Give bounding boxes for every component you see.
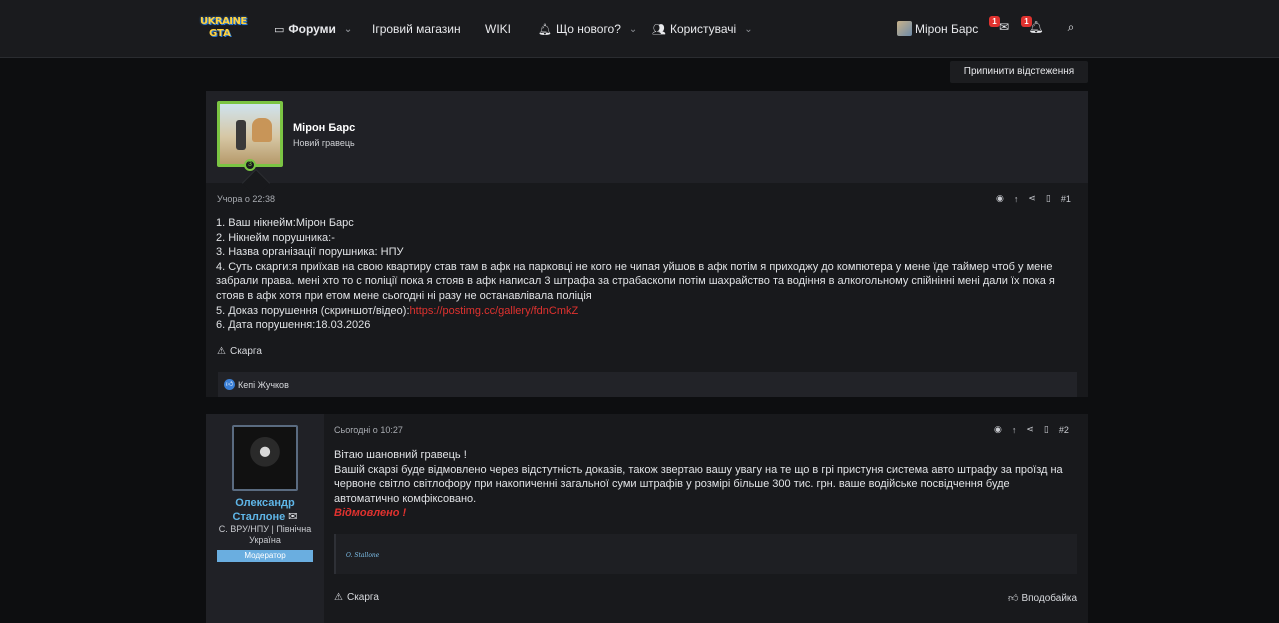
nav-forums-label: Форуми <box>288 22 336 36</box>
share-icon[interactable]: ⋖ <box>1028 193 1036 204</box>
post-2-author-surname: Сталлоне <box>232 511 286 523</box>
warning-icon: ⚠︎ <box>217 346 226 357</box>
post-1-author-block: 3 <box>206 91 1088 183</box>
report-label: Скарга <box>229 346 262 357</box>
nav-whats-new-label: Що нового? <box>555 22 621 36</box>
inbox-button[interactable]: 1 ✉︎ <box>989 16 1013 36</box>
post-1-timestamp[interactable]: Учора о 22:38 <box>217 194 275 204</box>
thumbs-up-icon: 👍︎ <box>1008 593 1019 604</box>
alerts-badge: 1 <box>1021 16 1032 27</box>
reaction-icon[interactable]: ◉ <box>996 193 1004 204</box>
report-label: Скарга <box>346 592 379 603</box>
post-line-text: 5. Доказ порушення (скриншот/відео): <box>216 304 410 317</box>
post-2-author-name-line2: Сталлоне ✉︎ <box>216 510 314 524</box>
post-text: Вашій скарзі буде відмовлено через відст… <box>334 463 1063 505</box>
post-line: 1. Ваш нікнейм:Мірон Барс <box>216 217 354 229</box>
nav-forums[interactable]: ▭ Форуми ⌄ <box>274 22 352 36</box>
role-badge: Модератор <box>217 550 313 562</box>
unfollow-button[interactable]: Припинити відстеження <box>950 61 1088 83</box>
envelope-icon: ✉︎ <box>998 20 1010 34</box>
like-button[interactable]: 👍︎ Вподобайка <box>1008 592 1078 605</box>
post-2-author-name-line1: Олександр <box>235 497 295 509</box>
warning-icon: ⚠︎ <box>334 592 343 603</box>
avatar[interactable]: 3 <box>217 101 283 171</box>
post-line: 6. Дата порушення:18.03.2026 <box>216 319 371 332</box>
nav-wiki-label: WIKI <box>485 22 511 36</box>
chat-bubble-icon: ▭ <box>274 23 285 36</box>
post-greeting: Вітаю шановний гравець ! <box>334 449 467 461</box>
post-2-actions: ◉ ↑ ⋖ ▯ #2 <box>984 424 1069 435</box>
nav-users[interactable]: 👥︎ Користувачі ⌄ <box>652 22 753 36</box>
site-logo[interactable]: UKRAINE GTA <box>200 16 247 42</box>
post-number[interactable]: #1 <box>1061 194 1071 204</box>
nav-whats-new[interactable]: 🔔︎ Що нового? ⌄ <box>538 22 637 36</box>
reaction-icon[interactable]: ◉ <box>994 424 1002 435</box>
verdict-text: Відмовлено ! <box>334 507 407 520</box>
logo-text-top: UKRAINE <box>200 16 247 27</box>
post-2-timestamp[interactable]: Сьогодні о 10:27 <box>334 425 403 435</box>
post-1-author-title: Новий гравець <box>293 138 355 148</box>
account-username: Мірон Барс <box>915 21 979 36</box>
signature-block: O. Stallone <box>334 534 1077 574</box>
report-button[interactable]: ⚠︎ Скарга <box>217 346 262 357</box>
account-menu[interactable]: Мірон Барс <box>897 21 978 36</box>
bookmark-icon[interactable]: ▯ <box>1046 193 1051 204</box>
reaction-user[interactable]: Кепі Жучков <box>238 380 289 390</box>
post-1-actions: ◉ ↑ ⋖ ▯ #1 <box>986 193 1071 204</box>
bookmark-icon[interactable]: ▯ <box>1044 424 1049 435</box>
post-line: 2. Нікнейм порушника:- <box>216 231 335 244</box>
bell-icon: 🔔︎ <box>538 23 552 36</box>
post-2-author-name[interactable]: Олександр Сталлоне ✉︎ <box>216 496 314 524</box>
avatar-figure <box>236 120 246 150</box>
proof-link[interactable]: https://postimg.cc/gallery/fdnCmkZ <box>410 305 579 317</box>
chevron-down-icon[interactable]: ⌄ <box>629 24 637 35</box>
search-button[interactable]: ⌕ <box>1062 20 1080 36</box>
share-up-icon[interactable]: ↑ <box>1012 425 1017 435</box>
avatar <box>897 21 912 36</box>
logo-text-bottom: GTA <box>209 28 231 39</box>
inbox-badge: 1 <box>989 16 1000 27</box>
post-line: 4. Суть скарги:я приїхав на свою квартир… <box>216 260 1055 302</box>
like-label: Вподобайка <box>1021 592 1078 604</box>
post-1-content: 1. Ваш нікнейм:Мірон Барс 2. Нікнейм пор… <box>216 216 1081 333</box>
alerts-button[interactable]: 1 🔔︎ <box>1021 16 1045 36</box>
avatar[interactable] <box>232 425 298 491</box>
post-2-author-subtitle: С. ВРУ/НПУ | Північна Україна <box>218 524 312 545</box>
avatar-camel <box>252 118 272 142</box>
top-navigation: UKRAINE GTA ▭ Форуми ⌄ Ігровий магазин W… <box>0 0 1279 58</box>
search-icon: ⌕ <box>1067 20 1075 34</box>
nav-shop-label: Ігровий магазин <box>372 22 461 36</box>
like-icon: 👍︎ <box>224 379 235 390</box>
post-line: 3. Назва організації порушника: НПУ <box>216 246 404 259</box>
nav-wiki[interactable]: WIKI <box>485 22 511 36</box>
share-up-icon[interactable]: ↑ <box>1014 194 1019 204</box>
nav-shop[interactable]: Ігровий магазин <box>372 22 461 36</box>
post-number[interactable]: #2 <box>1059 425 1069 435</box>
users-icon: 👥︎ <box>652 23 666 36</box>
envelope-icon[interactable]: ✉︎ <box>288 511 297 523</box>
post-2-content: Вітаю шановний гравець ! Вашій скарзі бу… <box>334 448 1074 521</box>
report-button[interactable]: ⚠︎ Скарга <box>334 592 379 603</box>
reactions-bar[interactable]: 👍︎ Кепі Жучков <box>218 372 1077 397</box>
chevron-down-icon[interactable]: ⌄ <box>344 24 352 35</box>
nav-users-label: Користувачі <box>669 22 737 36</box>
chevron-down-icon[interactable]: ⌄ <box>744 24 752 35</box>
signature-text: O. Stallone <box>346 552 380 559</box>
post-1-author-name[interactable]: Мірон Барс <box>293 122 355 134</box>
post-line: 5. Доказ порушення (скриншот/відео):http… <box>216 304 1081 319</box>
share-icon[interactable]: ⋖ <box>1026 424 1034 435</box>
